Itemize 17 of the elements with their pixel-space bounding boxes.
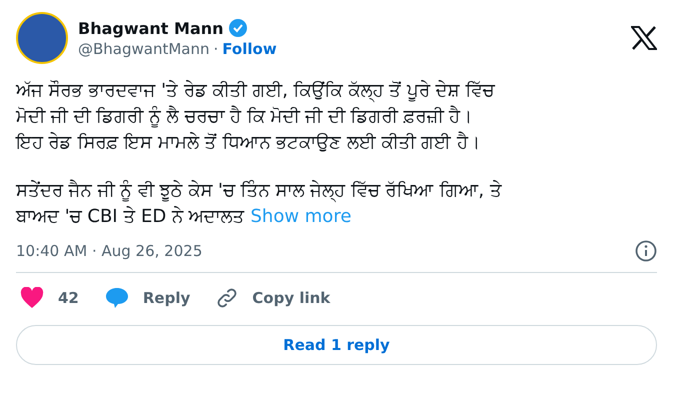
author-name: Bhagwant Mann — [78, 18, 224, 38]
separator-dot: · — [214, 40, 218, 58]
info-icon[interactable] — [635, 240, 657, 262]
tweet-text: ਅੱਜ ਸੌਰਭ ਭਾਰਦਵਾਜ 'ਤੇ ਰੇਡ ਕੀਤੀ ਗਈ, ਕਿਉਂਕਿ ਕੱਲ੍ਹ ਤੋਂ ਪੂਰੇ ਦੇਸ਼ ਵਿੱਚ ਮੋਦੀ ਜੀ ਦੀ ਡਿਗਰੀ ਨੂੰ ਲੈ ਚਰਚਾ ਹੈ ਕਿ ਮੋਦੀ ਜੀ ਦੀ ਡਿਗਰੀ ਫ਼ਰਜ਼ੀ ਹੈ। ਇਹ ਰੇਡ ਸਿਰਫ਼ ਇਸ ਮਾਮਲੇ ਤੋਂ ਧਿਆਨ ਭਟਕਾਉਣ ਲਈ ਕੀਤੀ ਗਈ ਹੈ। — [16, 79, 496, 155]
x-logo-icon[interactable] — [631, 26, 657, 50]
follow-link[interactable]: Follow — [222, 40, 277, 58]
speech-bubble-icon — [104, 287, 129, 309]
tweet-text: ਸਤੇਂਦਰ ਜੈਨ ਜੀ ਨੂੰ ਵੀ ਝੂਠੇ ਕੇਸ 'ਚ ਤਿੰਨ ਸਾਲ ਜੇਲ੍ਹ ਵਿੱਚ ਰੱਖਿਆ ਗਿਆ, ਤੇ ਬਾਅਦ 'ਚ CBI ਤੇ ED ਨੇ ਅਦਾਲਤ Show more — [16, 178, 503, 229]
avatar-photo-placeholder[interactable] — [16, 12, 68, 64]
link-icon — [216, 287, 238, 309]
link-button[interactable]: Copy link — [216, 283, 330, 313]
author-handle: @BhagwantMann — [78, 40, 210, 58]
like-button[interactable]: 42 — [20, 283, 79, 313]
reply-button[interactable]: Reply — [104, 283, 190, 313]
timestamp[interactable]: 10:40 AM · Aug 26, 2025 — [16, 242, 202, 260]
read-replies-button[interactable]: Read 1 reply — [16, 325, 657, 365]
heart-icon — [20, 287, 44, 309]
